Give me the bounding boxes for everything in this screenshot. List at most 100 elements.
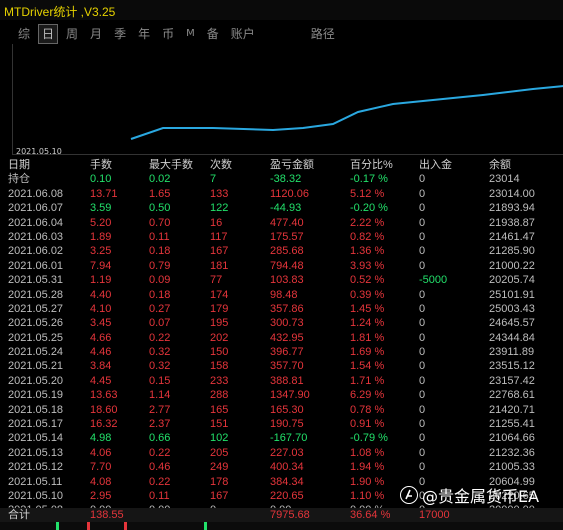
row-max-lots: 0.15	[149, 374, 171, 387]
header-percent: 百分比%	[350, 159, 393, 171]
row-lots: 4.66	[90, 331, 112, 344]
row-balance: 23014.00	[489, 187, 535, 200]
row-flow: 0	[419, 446, 426, 459]
row-flow: 0	[419, 173, 426, 186]
row-percent: 2.22 %	[350, 216, 385, 229]
row-percent: 1.69 %	[350, 346, 385, 359]
row-date: 2021.05.12	[8, 461, 64, 474]
table-row: 2021.05.20 4.45 0.15 233 388.81 1.71 % 0 23157.…	[8, 374, 563, 388]
row-balance: 21285.90	[489, 245, 535, 258]
total-lots: 138.55	[90, 509, 124, 521]
tab-notes[interactable]: 备	[203, 24, 223, 44]
row-date: 2021.06.07	[8, 202, 64, 215]
row-balance: 23911.89	[489, 346, 535, 359]
row-percent: 3.93 %	[350, 259, 385, 272]
row-lots: 5.20	[90, 216, 112, 229]
row-max-lots: 0.32	[149, 346, 171, 359]
row-percent: 1.94 %	[350, 461, 385, 474]
row-lots: 2.95	[90, 489, 112, 502]
row-percent: 1.90 %	[350, 475, 385, 488]
row-flow: 0	[419, 374, 426, 387]
row-count: 179	[210, 302, 229, 315]
row-lots: 4.46	[90, 346, 112, 359]
row-count: 122	[210, 202, 229, 215]
header-pnl: 盈亏金额	[270, 159, 314, 171]
tab-monthly[interactable]: 月	[86, 24, 106, 44]
tab-weekly[interactable]: 周	[62, 24, 82, 44]
row-max-lots: 1.65	[149, 187, 171, 200]
equity-chart-svg	[130, 85, 563, 140]
row-date: 2021.05.13	[8, 446, 64, 459]
table-row: 2021.05.28 4.40 0.18 174 98.48 0.39 % 0 25101.9…	[8, 288, 563, 302]
tab-magic[interactable]: M	[182, 24, 199, 44]
row-pnl: -38.32	[270, 173, 302, 186]
row-pnl: 400.34	[270, 461, 304, 474]
row-lots: 3.45	[90, 317, 112, 330]
row-balance: 21232.36	[489, 446, 535, 459]
row-percent: -0.20 %	[350, 202, 388, 215]
header-max-lots: 最大手数	[149, 159, 193, 171]
row-flow: 0	[419, 461, 426, 474]
row-balance: 21461.47	[489, 230, 535, 243]
watermark: @贵金属货币EA	[400, 483, 539, 507]
row-date: 2021.05.18	[8, 403, 64, 416]
row-pnl: 396.77	[270, 346, 304, 359]
row-count: 195	[210, 317, 229, 330]
row-lots: 18.60	[90, 403, 118, 416]
total-row: 合计 138.55 7975.68 36.64 % 17000	[0, 508, 563, 522]
row-flow: 0	[419, 432, 426, 445]
table-row: 2021.05.24 4.46 0.32 150 396.77 1.69 % 0 23911.…	[8, 345, 563, 359]
table-row: 2021.05.19 13.63 1.14 288 1347.90 6.29 % 0 2276…	[8, 388, 563, 402]
row-max-lots: 0.22	[149, 475, 171, 488]
row-lots: 0.10	[90, 173, 112, 186]
row-pnl: 1347.90	[270, 389, 310, 402]
row-lots: 3.25	[90, 245, 112, 258]
row-pnl: 285.68	[270, 245, 304, 258]
row-max-lots: 0.11	[149, 489, 170, 502]
row-pnl: 98.48	[270, 288, 298, 301]
tab-account[interactable]: 账户	[227, 24, 259, 44]
table-row: 2021.05.14 4.98 0.66 102 -167.70 -0.79 % 0 2106…	[8, 431, 563, 445]
row-percent: 1.54 %	[350, 360, 385, 373]
row-flow: 0	[419, 403, 426, 416]
row-date: 2021.05.21	[8, 360, 64, 373]
table-row: 2021.05.26 3.45 0.07 195 300.73 1.24 % 0 24645.…	[8, 316, 563, 330]
row-count: 167	[210, 489, 229, 502]
row-lots: 4.45	[90, 374, 112, 387]
tab-overview[interactable]: 综	[14, 24, 34, 44]
tab-quarterly[interactable]: 季	[110, 24, 130, 44]
row-count: 16	[210, 216, 223, 229]
row-pnl: 384.34	[270, 475, 304, 488]
row-flow: 0	[419, 216, 426, 229]
row-count: 167	[210, 245, 229, 258]
row-max-lots: 0.66	[149, 432, 171, 445]
row-max-lots: 0.22	[149, 331, 171, 344]
row-date: 2021.05.26	[8, 317, 64, 330]
watermark-text: @贵金属货币EA	[422, 487, 540, 506]
row-balance: 21005.33	[489, 461, 535, 474]
tab-symbol[interactable]: 币	[158, 24, 178, 44]
row-lots: 4.40	[90, 288, 112, 301]
total-label: 合计	[8, 509, 30, 521]
row-max-lots: 0.09	[149, 274, 171, 287]
row-pnl: -167.70	[270, 432, 308, 445]
row-flow: 0	[419, 230, 426, 243]
tab-daily[interactable]: 日	[38, 24, 59, 44]
row-max-lots: 0.46	[149, 461, 171, 474]
row-flow: 0	[419, 389, 426, 402]
row-balance: 24645.57	[489, 317, 535, 330]
tab-path[interactable]: 路径	[307, 24, 339, 44]
row-date: 2021.05.11	[8, 475, 63, 488]
row-max-lots: 2.77	[149, 403, 171, 416]
row-balance: 21893.94	[489, 202, 535, 215]
row-percent: 0.39 %	[350, 288, 385, 301]
total-pnl: 7975.68	[270, 509, 310, 521]
row-flow: 0	[419, 346, 426, 359]
row-flow: 0	[419, 187, 426, 200]
row-date: 2021.06.08	[8, 187, 64, 200]
row-max-lots: 0.18	[149, 245, 171, 258]
row-pnl: 357.70	[270, 360, 304, 373]
table-row: 2021.06.08 13.71 1.65 133 1120.06 5.12 % 0 2301…	[8, 187, 563, 201]
tab-yearly[interactable]: 年	[134, 24, 154, 44]
strip-mark	[87, 522, 90, 530]
